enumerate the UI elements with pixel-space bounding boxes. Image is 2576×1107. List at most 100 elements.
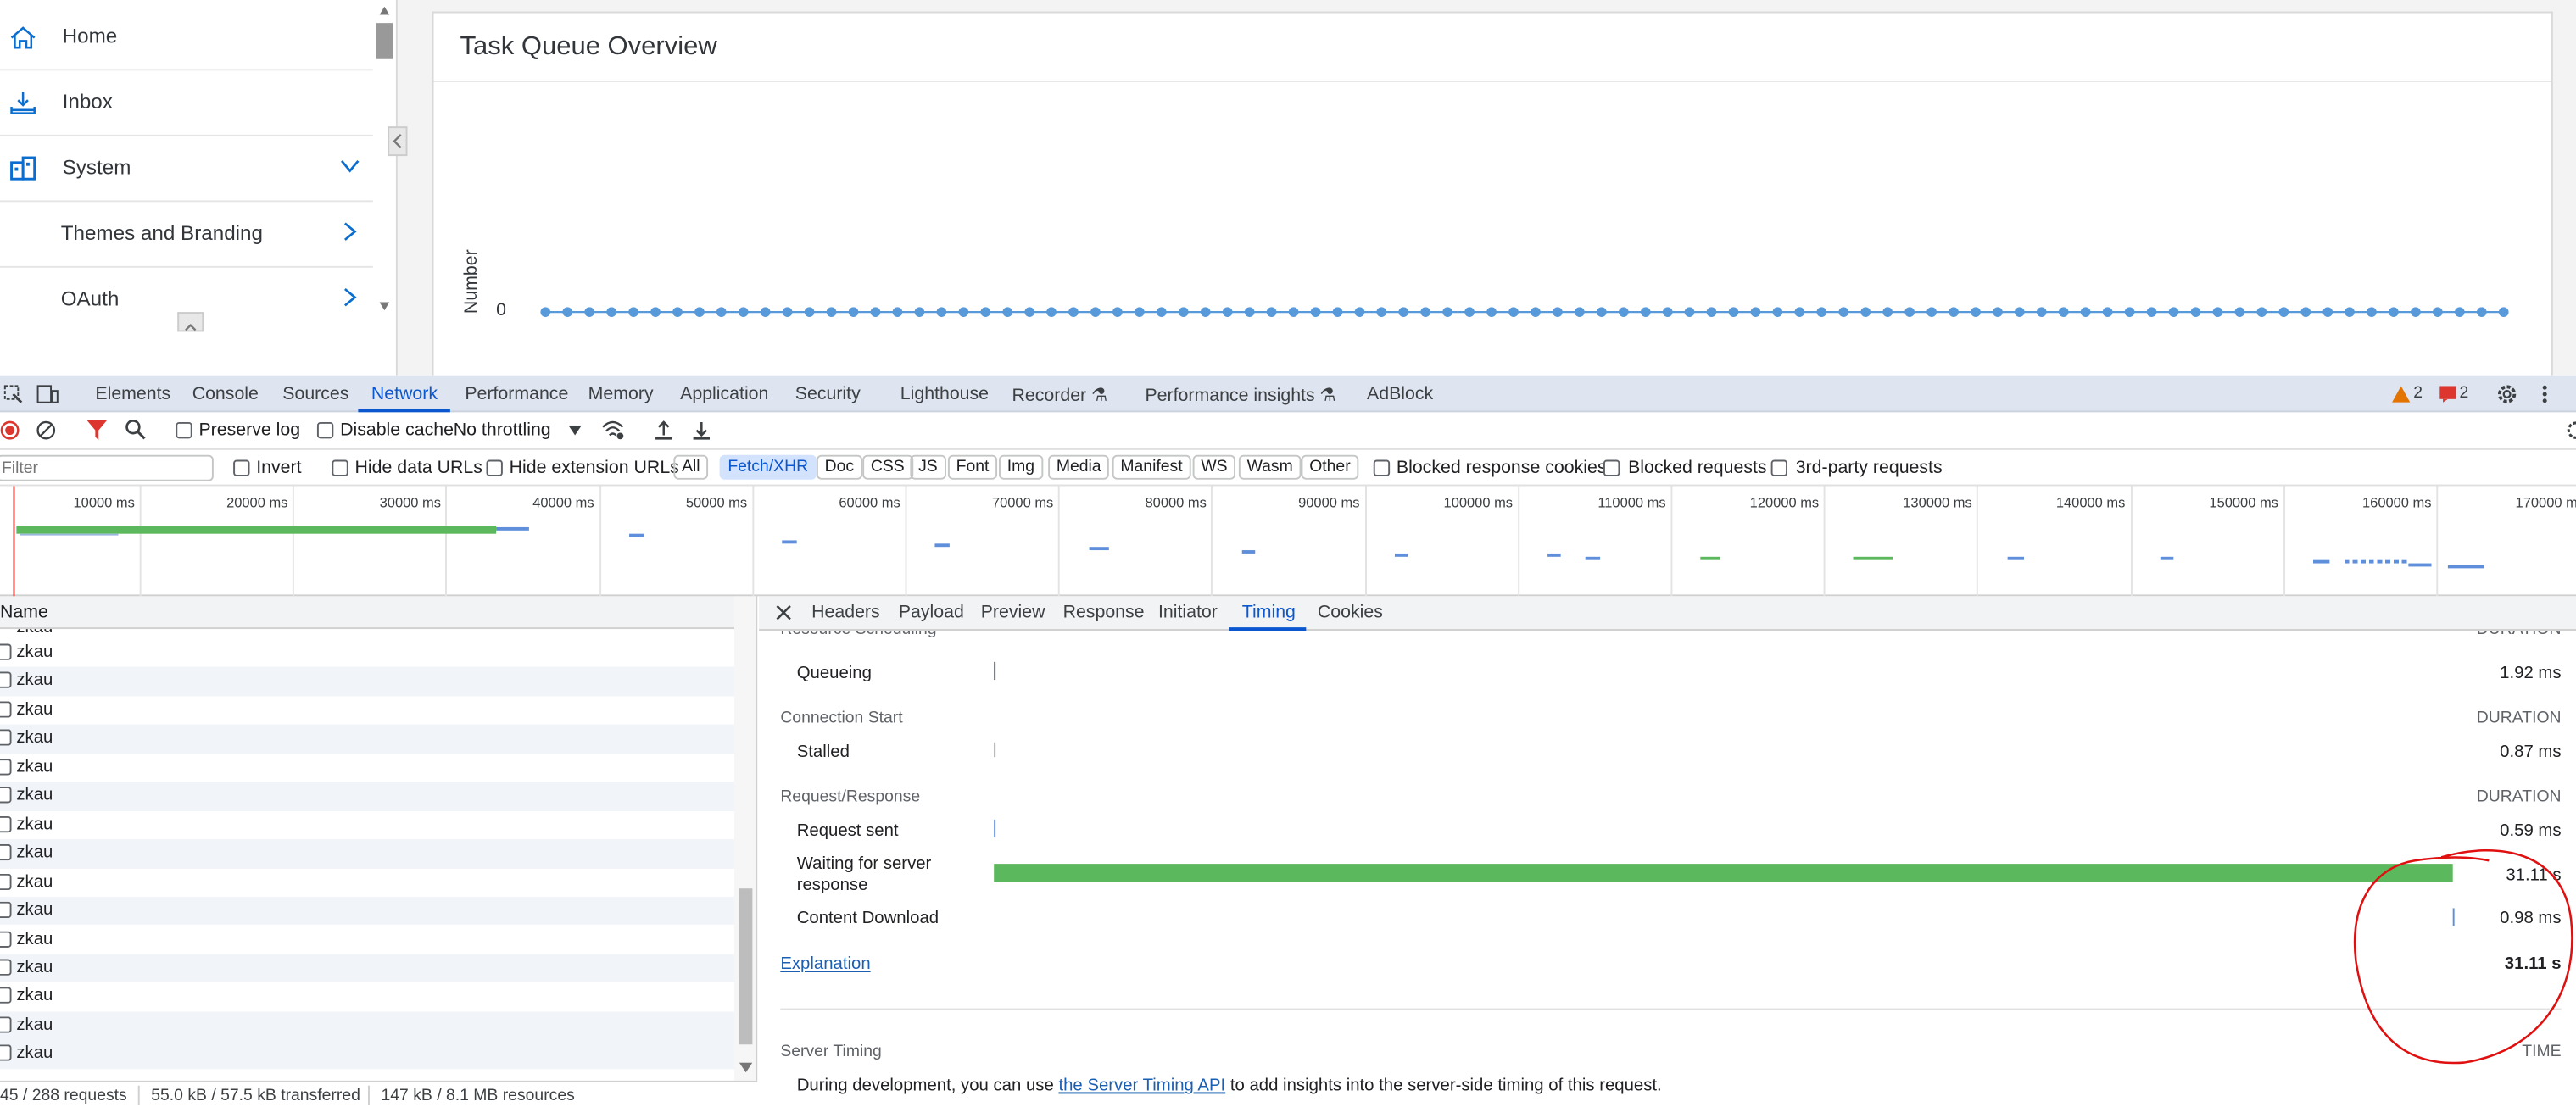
data-point[interactable]: [1310, 307, 1321, 317]
filter-icon[interactable]: [86, 420, 107, 441]
hide-extension-urls-checkbox[interactable]: [486, 459, 503, 476]
data-point[interactable]: [2367, 307, 2377, 317]
tab-payload[interactable]: Payload: [899, 603, 964, 622]
data-point[interactable]: [1332, 307, 1343, 317]
invert-checkbox[interactable]: [233, 459, 250, 476]
data-point[interactable]: [2345, 307, 2355, 317]
data-point[interactable]: [1288, 307, 1299, 317]
gear-icon[interactable]: [2495, 382, 2518, 405]
data-point[interactable]: [848, 307, 859, 317]
data-point[interactable]: [1046, 307, 1057, 317]
data-point[interactable]: [2389, 307, 2399, 317]
type-filter-ws[interactable]: WS: [1192, 454, 1236, 480]
table-row[interactable]: zkau: [0, 954, 735, 983]
data-point[interactable]: [958, 307, 969, 317]
data-point[interactable]: [2278, 307, 2289, 317]
data-point[interactable]: [1619, 307, 1629, 317]
type-filter-manifest[interactable]: Manifest: [1112, 454, 1191, 480]
data-point[interactable]: [2433, 307, 2443, 317]
disable-cache-checkbox[interactable]: [316, 421, 334, 439]
data-point[interactable]: [826, 307, 837, 317]
data-point[interactable]: [1354, 307, 1365, 317]
data-point[interactable]: [1662, 307, 1673, 317]
data-point[interactable]: [1266, 307, 1277, 317]
data-point[interactable]: [650, 307, 661, 317]
tab-response[interactable]: Response: [1063, 603, 1145, 622]
data-point[interactable]: [2455, 307, 2465, 317]
data-point[interactable]: [1157, 307, 1167, 317]
sidebar-collapse-button[interactable]: [388, 126, 408, 157]
data-point[interactable]: [1553, 307, 1563, 317]
type-filter-js[interactable]: JS: [910, 454, 946, 480]
scroll-down-arrow-icon[interactable]: [739, 1062, 753, 1073]
blocked-response-cookies-checkbox[interactable]: [1373, 459, 1391, 476]
data-point[interactable]: [2102, 307, 2113, 317]
data-point[interactable]: [562, 307, 573, 317]
inspect-element-icon[interactable]: [3, 384, 23, 403]
data-point[interactable]: [1860, 307, 1871, 317]
data-point[interactable]: [1993, 307, 2003, 317]
network-overview-timeline[interactable]: 10000 ms 20000 ms 30000 ms 40000 ms 50000 ms…: [0, 486, 2576, 597]
blocked-requests-checkbox[interactable]: [1603, 459, 1620, 476]
data-point[interactable]: [2411, 307, 2421, 317]
type-filter-css[interactable]: CSS: [862, 454, 913, 480]
data-point[interactable]: [870, 307, 881, 317]
filter-input[interactable]: [0, 456, 204, 480]
filter-input-box[interactable]: [0, 454, 214, 481]
data-point[interactable]: [1684, 307, 1695, 317]
type-filter-img[interactable]: Img: [999, 454, 1043, 480]
throttling-select[interactable]: No throttling: [454, 420, 551, 440]
tab-elements[interactable]: Elements: [95, 384, 170, 403]
close-icon[interactable]: [776, 604, 792, 620]
data-point[interactable]: [2212, 307, 2223, 317]
data-point[interactable]: [1024, 307, 1035, 317]
data-point[interactable]: [1464, 307, 1475, 317]
data-point[interactable]: [1706, 307, 1717, 317]
data-point[interactable]: [1420, 307, 1430, 317]
data-point[interactable]: [914, 307, 925, 317]
data-point[interactable]: [892, 307, 903, 317]
sidebar-item-themes-and-branding[interactable]: Themes and Branding: [0, 202, 373, 268]
table-row[interactable]: zkau: [0, 982, 734, 1011]
error-count[interactable]: 2: [2459, 384, 2468, 402]
data-point[interactable]: [1531, 307, 1541, 317]
tab-performance[interactable]: Performance: [465, 384, 568, 403]
data-point[interactable]: [540, 307, 551, 317]
data-point[interactable]: [1486, 307, 1497, 317]
data-point[interactable]: [584, 307, 594, 317]
scroll-up-button[interactable]: [177, 312, 204, 332]
table-row[interactable]: zkau: [0, 1011, 735, 1040]
type-filter-font[interactable]: Font: [947, 454, 998, 480]
scrollbar-thumb[interactable]: [376, 23, 393, 59]
data-point[interactable]: [2190, 307, 2201, 317]
type-filter-doc[interactable]: Doc: [816, 454, 862, 480]
data-point[interactable]: [694, 307, 705, 317]
tab-preview[interactable]: Preview: [981, 603, 1045, 622]
tab-sources[interactable]: Sources: [282, 384, 348, 403]
data-point[interactable]: [1112, 307, 1123, 317]
type-filter-fetch-xhr[interactable]: Fetch/XHR: [719, 454, 817, 480]
tab-console[interactable]: Console: [192, 384, 259, 403]
data-point[interactable]: [1949, 307, 1959, 317]
sidebar-item-inbox[interactable]: Inbox: [0, 70, 373, 136]
tab-adblock[interactable]: AdBlock: [1367, 384, 1433, 403]
server-timing-api-link[interactable]: the Server Timing API: [1058, 1076, 1225, 1095]
data-point[interactable]: [2476, 307, 2487, 317]
data-point[interactable]: [782, 307, 793, 317]
data-point[interactable]: [1794, 307, 1805, 317]
data-point[interactable]: [738, 307, 749, 317]
sidebar-item-system[interactable]: System: [0, 136, 373, 203]
data-point[interactable]: [804, 307, 815, 317]
data-point[interactable]: [1575, 307, 1585, 317]
data-point[interactable]: [2498, 307, 2509, 317]
table-row[interactable]: zkau: [0, 896, 735, 926]
device-toolbar-icon[interactable]: [36, 384, 59, 403]
tab-security[interactable]: Security: [795, 384, 861, 403]
data-point[interactable]: [1178, 307, 1189, 317]
scrollbar-thumb[interactable]: [739, 888, 753, 1045]
table-row[interactable]: zkau: [0, 639, 734, 668]
type-filter-all[interactable]: All: [673, 454, 709, 480]
sidebar-item-home[interactable]: Home: [0, 5, 373, 71]
data-point[interactable]: [936, 307, 947, 317]
tab-initiator[interactable]: Initiator: [1158, 603, 1218, 622]
